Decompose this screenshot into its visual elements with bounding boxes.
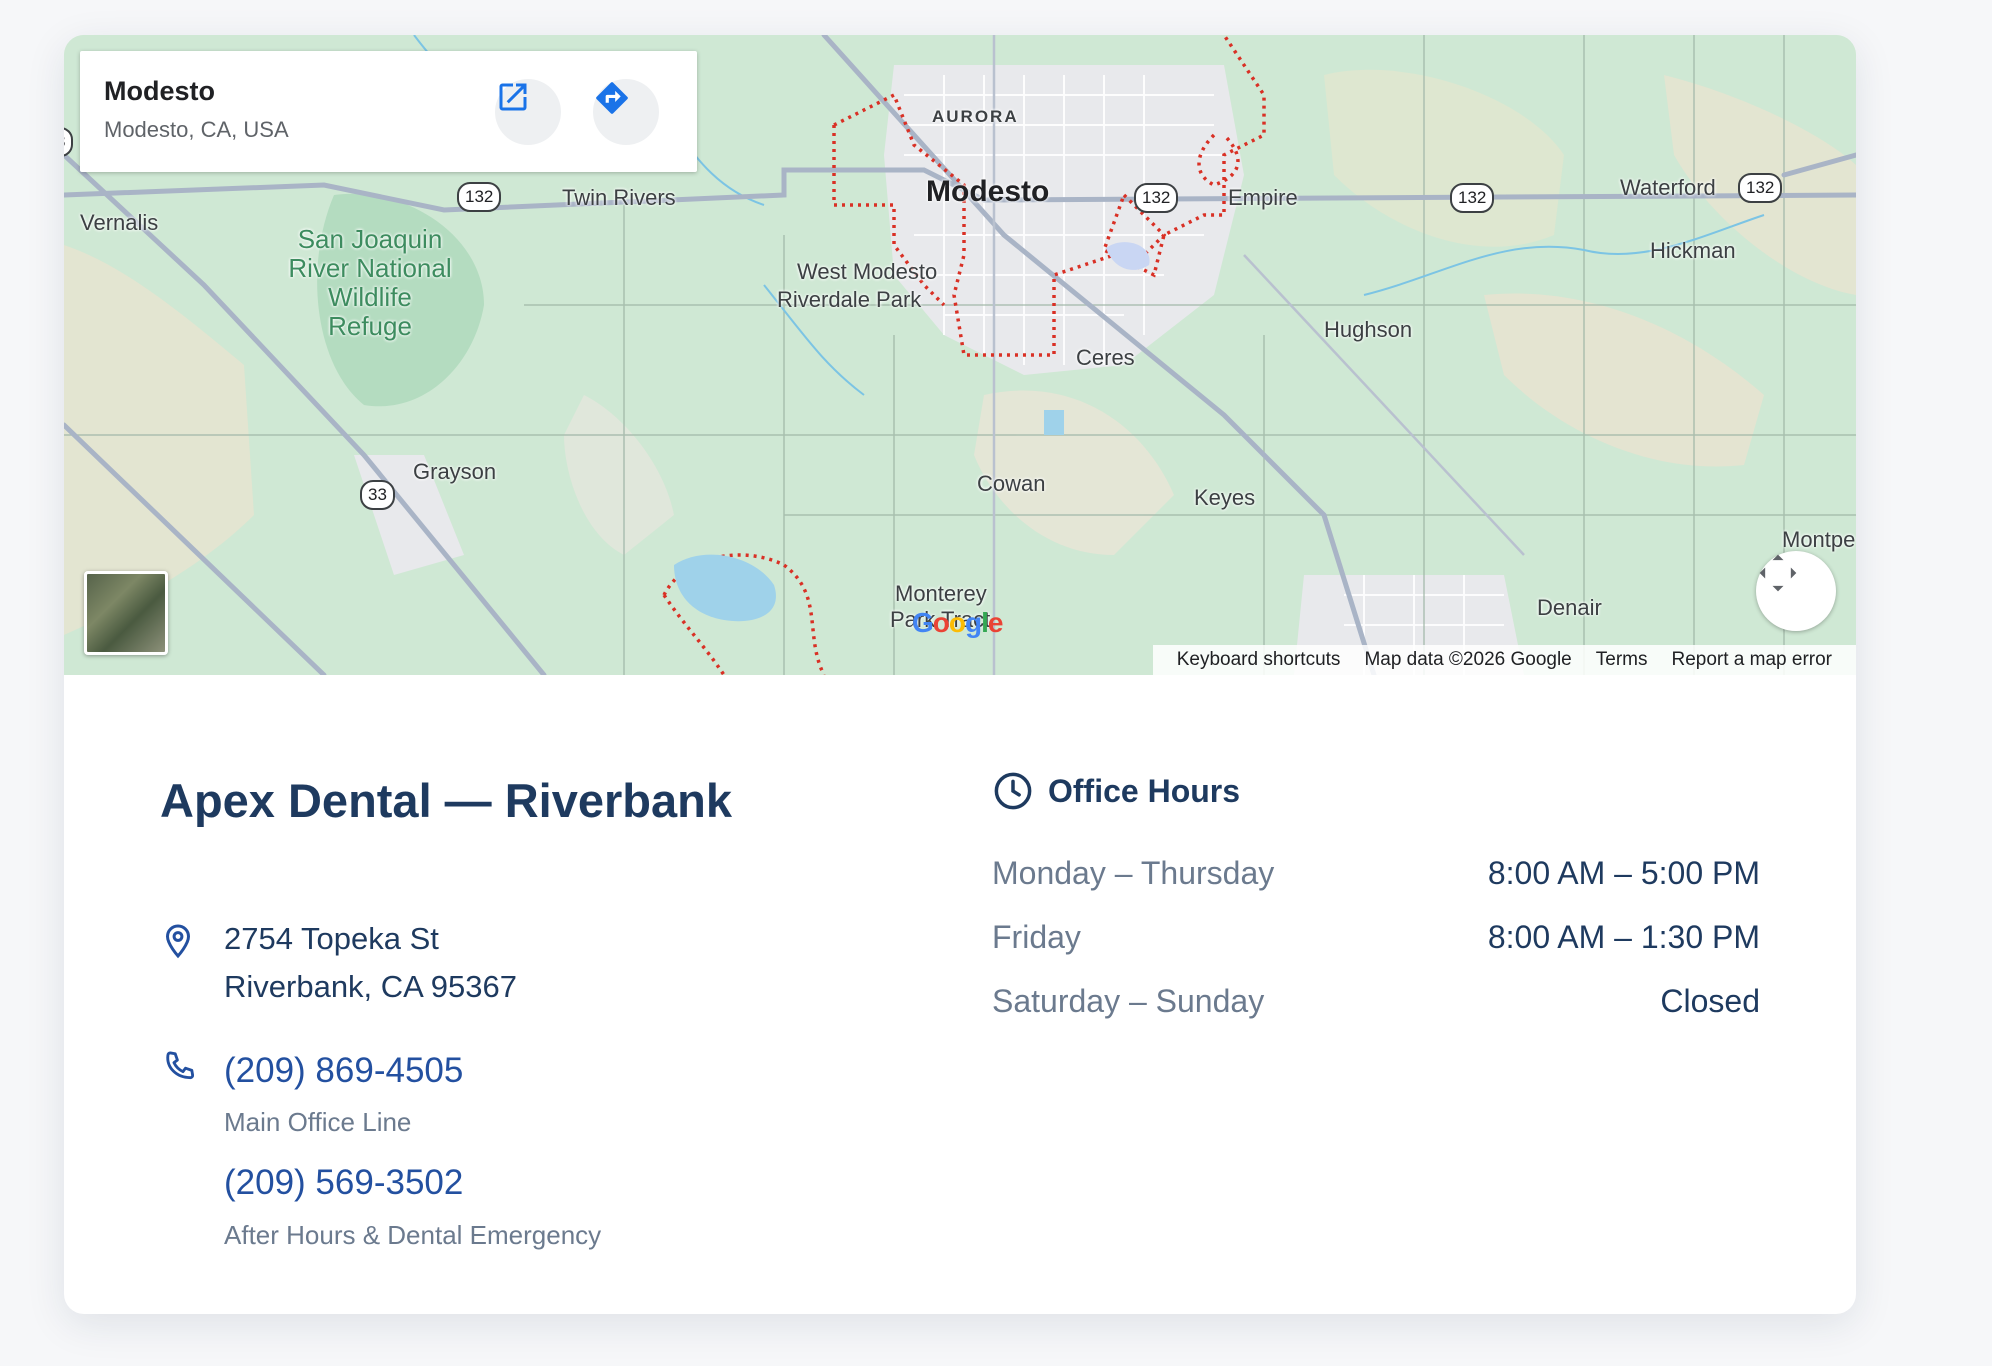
hours-time: 8:00 AM – 1:30 PM <box>1487 919 1760 955</box>
route-shield-132: 132 <box>1450 183 1495 213</box>
map-label-waterford: Waterford <box>1620 175 1716 200</box>
address-city: Riverbank, CA 95367 <box>224 969 517 1004</box>
map-label-refuge-line1: San Joaquin <box>297 224 443 254</box>
google-logo: Google <box>912 607 1003 638</box>
map-label-refuge-line2: River National <box>288 253 452 283</box>
business-title: Apex Dental — Riverbank <box>160 774 733 827</box>
place-address: Modesto, CA, USA <box>104 117 289 142</box>
phone-after-hours-label: After Hours & Dental Emergency <box>224 1220 602 1250</box>
hours-time: Closed <box>1660 983 1760 1019</box>
location-card: Vernalis Twin Rivers AURORA Modesto Empi… <box>64 35 1856 1314</box>
route-shield-132: 132 <box>1134 183 1179 213</box>
hours-day: Monday – Thursday <box>992 855 1275 891</box>
office-hours-title: Office Hours <box>1048 773 1241 809</box>
hours-day: Saturday – Sunday <box>992 983 1265 1019</box>
hours-time: 8:00 AM – 5:00 PM <box>1487 855 1760 891</box>
location-pin-icon <box>165 924 191 959</box>
terms-link[interactable]: Terms <box>1584 649 1660 671</box>
map-label-montpelier: Montpe <box>1782 527 1856 552</box>
map-attribution-bar: Keyboard shortcuts Map data ©2026 Google… <box>1152 645 1856 675</box>
map-label-refuge-line4: Refuge <box>328 311 412 341</box>
map-label-ceres: Ceres <box>1076 345 1135 370</box>
map-label-hughson: Hughson <box>1324 317 1413 342</box>
report-map-error-link[interactable]: Report a map error <box>1659 649 1844 671</box>
map-label-refuge-line3: Wildlife <box>328 282 412 312</box>
map-label-keyes: Keyes <box>1194 485 1256 510</box>
map-label-twin-rivers: Twin Rivers <box>562 185 676 210</box>
map-embed[interactable]: Vernalis Twin Rivers AURORA Modesto Empi… <box>64 35 1856 675</box>
place-name: Modesto <box>104 76 215 106</box>
map-label-cowan: Cowan <box>977 471 1046 496</box>
map-label-monterey: Monterey <box>895 581 987 606</box>
phone-icon <box>166 1051 195 1080</box>
map-label-grayson: Grayson <box>413 459 497 484</box>
open-in-maps-button[interactable] <box>495 79 561 145</box>
clock-icon <box>994 772 1032 810</box>
fullscreen-arrows-icon <box>1759 554 1797 592</box>
open-in-new-icon <box>499 83 527 111</box>
route-shield-132: 132 <box>1738 173 1783 203</box>
phone-after-hours-link[interactable]: (209) 569-3502 <box>224 1163 463 1203</box>
phone-main-label: Main Office Line <box>224 1107 412 1137</box>
phone-main-link[interactable]: (209) 869-4505 <box>224 1051 463 1091</box>
fullscreen-button[interactable] <box>1756 551 1836 631</box>
directions-icon <box>596 82 628 114</box>
address-street: 2754 Topeka St <box>224 921 439 956</box>
map-label-aurora: AURORA <box>932 107 1019 126</box>
map-label-denair: Denair <box>1537 595 1602 620</box>
map-label-refuge: San Joaquin River National Wildlife Refu… <box>270 225 470 341</box>
map-label-riverdale-park: Riverdale Park <box>777 287 922 312</box>
satellite-view-toggle[interactable] <box>84 571 168 655</box>
route-shield-33: 33 <box>360 480 395 510</box>
map-data-credit: Map data ©2026 Google <box>1364 649 1572 670</box>
keyboard-shortcuts-link[interactable]: Keyboard shortcuts <box>1165 649 1353 671</box>
map-place-card: Modesto Modesto, CA, USA <box>80 51 697 172</box>
map-label-modesto: Modesto <box>926 175 1050 208</box>
map-label-west-modesto: West Modesto <box>797 259 938 284</box>
directions-button[interactable] <box>593 79 659 145</box>
map-label-hickman: Hickman <box>1650 238 1736 263</box>
location-details: Apex Dental — Riverbank 2754 Topeka St R… <box>64 675 1856 1314</box>
map-label-empire: Empire <box>1228 185 1298 210</box>
hours-day: Friday <box>992 919 1081 955</box>
route-shield-132: 132 <box>457 182 502 212</box>
map-label-vernalis: Vernalis <box>80 210 159 235</box>
